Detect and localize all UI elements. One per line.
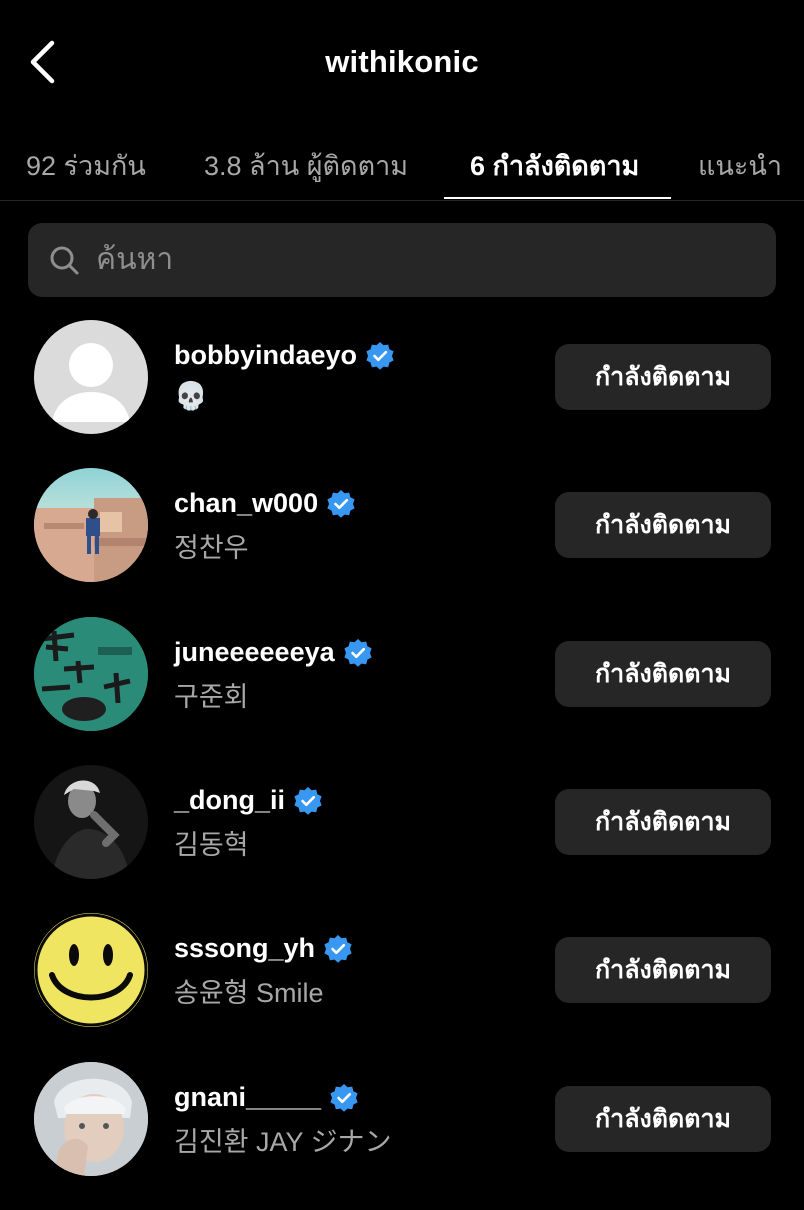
avatar-chan[interactable] bbox=[34, 468, 148, 582]
tab-bar: 92 ร่วมกัน 3.8 ล้าน ผู้ติดตาม 6 กำลังติด… bbox=[0, 130, 804, 201]
username[interactable]: chan_w000 bbox=[174, 488, 318, 519]
username-line: bobbyindaeyo bbox=[174, 340, 395, 371]
list-item: bobbyindaeyo 💀 กำลังติดตาม bbox=[0, 320, 804, 468]
full-name: 송윤형 Smile bbox=[174, 978, 324, 1008]
profile-photo bbox=[34, 498, 148, 582]
tab-followers[interactable]: 3.8 ล้าน ผู้ติดตาม bbox=[204, 140, 408, 190]
profile-photo bbox=[34, 765, 148, 879]
avatar-dong[interactable] bbox=[34, 765, 148, 879]
username-line: _dong_ii bbox=[174, 785, 323, 816]
username-line: chan_w000 bbox=[174, 488, 356, 519]
page-title: withikonic bbox=[325, 44, 479, 79]
avatar-june[interactable] bbox=[34, 617, 148, 731]
verified-badge-icon bbox=[366, 341, 394, 370]
search-icon bbox=[50, 246, 79, 275]
following-button[interactable]: กำลังติดตาม bbox=[555, 641, 771, 707]
search-bar[interactable] bbox=[28, 223, 776, 297]
following-button[interactable]: กำลังติดตาม bbox=[555, 1086, 771, 1152]
username[interactable]: bobbyindaeyo bbox=[174, 340, 357, 371]
full-name: 김진환 JAY ジナン bbox=[174, 1127, 392, 1157]
active-tab-indicator bbox=[444, 197, 671, 199]
verified-badge-icon bbox=[324, 934, 352, 963]
tab-mutual[interactable]: 92 ร่วมกัน bbox=[26, 140, 146, 190]
verified-badge-icon bbox=[330, 1083, 358, 1112]
following-button[interactable]: กำลังติดตาม bbox=[555, 937, 771, 1003]
avatar-song[interactable] bbox=[34, 913, 148, 1027]
smiley-icon bbox=[34, 913, 148, 1027]
username[interactable]: juneeeeeeya bbox=[174, 637, 335, 668]
profile-photo bbox=[34, 1062, 148, 1176]
following-button[interactable]: กำลังติดตาม bbox=[555, 492, 771, 558]
following-button[interactable]: กำลังติดตาม bbox=[555, 344, 771, 410]
username-line: juneeeeeeya bbox=[174, 637, 373, 668]
full-name: 💀 bbox=[174, 381, 208, 411]
default-avatar-icon bbox=[52, 343, 130, 422]
full-name: 김동혁 bbox=[174, 830, 249, 860]
list-item: sssong_yh 송윤형 Smile กำลังติดตาม bbox=[0, 913, 804, 1061]
verified-badge-icon bbox=[294, 786, 322, 815]
username[interactable]: gnani_____ bbox=[174, 1082, 321, 1113]
username[interactable]: sssong_yh bbox=[174, 933, 315, 964]
list-item: juneeeeeeya 구준회 กำลังติดตาม bbox=[0, 617, 804, 765]
tab-following[interactable]: 6 กำลังติดตาม bbox=[470, 140, 639, 190]
header: withikonic bbox=[0, 0, 804, 130]
profile-photo bbox=[34, 617, 148, 731]
list-item: gnani_____ 김진환 JAY ジナン กำลังติดตาม bbox=[0, 1062, 804, 1210]
avatar-default[interactable] bbox=[34, 320, 148, 434]
following-button[interactable]: กำลังติดตาม bbox=[555, 789, 771, 855]
list-item: chan_w000 정찬우 กำลังติดตาม bbox=[0, 468, 804, 616]
full-name: 정찬우 bbox=[174, 533, 249, 563]
avatar-gnani[interactable] bbox=[34, 1062, 148, 1176]
full-name: 구준회 bbox=[174, 682, 249, 712]
search-input[interactable] bbox=[94, 242, 698, 278]
list-item: _dong_ii 김동혁 กำลังติดตาม bbox=[0, 765, 804, 913]
username-line: gnani_____ bbox=[174, 1082, 359, 1113]
username[interactable]: _dong_ii bbox=[174, 785, 285, 816]
verified-badge-icon bbox=[344, 638, 372, 667]
verified-badge-icon bbox=[327, 489, 355, 518]
username-line: sssong_yh bbox=[174, 933, 353, 964]
tab-suggested[interactable]: แนะนำ bbox=[698, 140, 782, 190]
